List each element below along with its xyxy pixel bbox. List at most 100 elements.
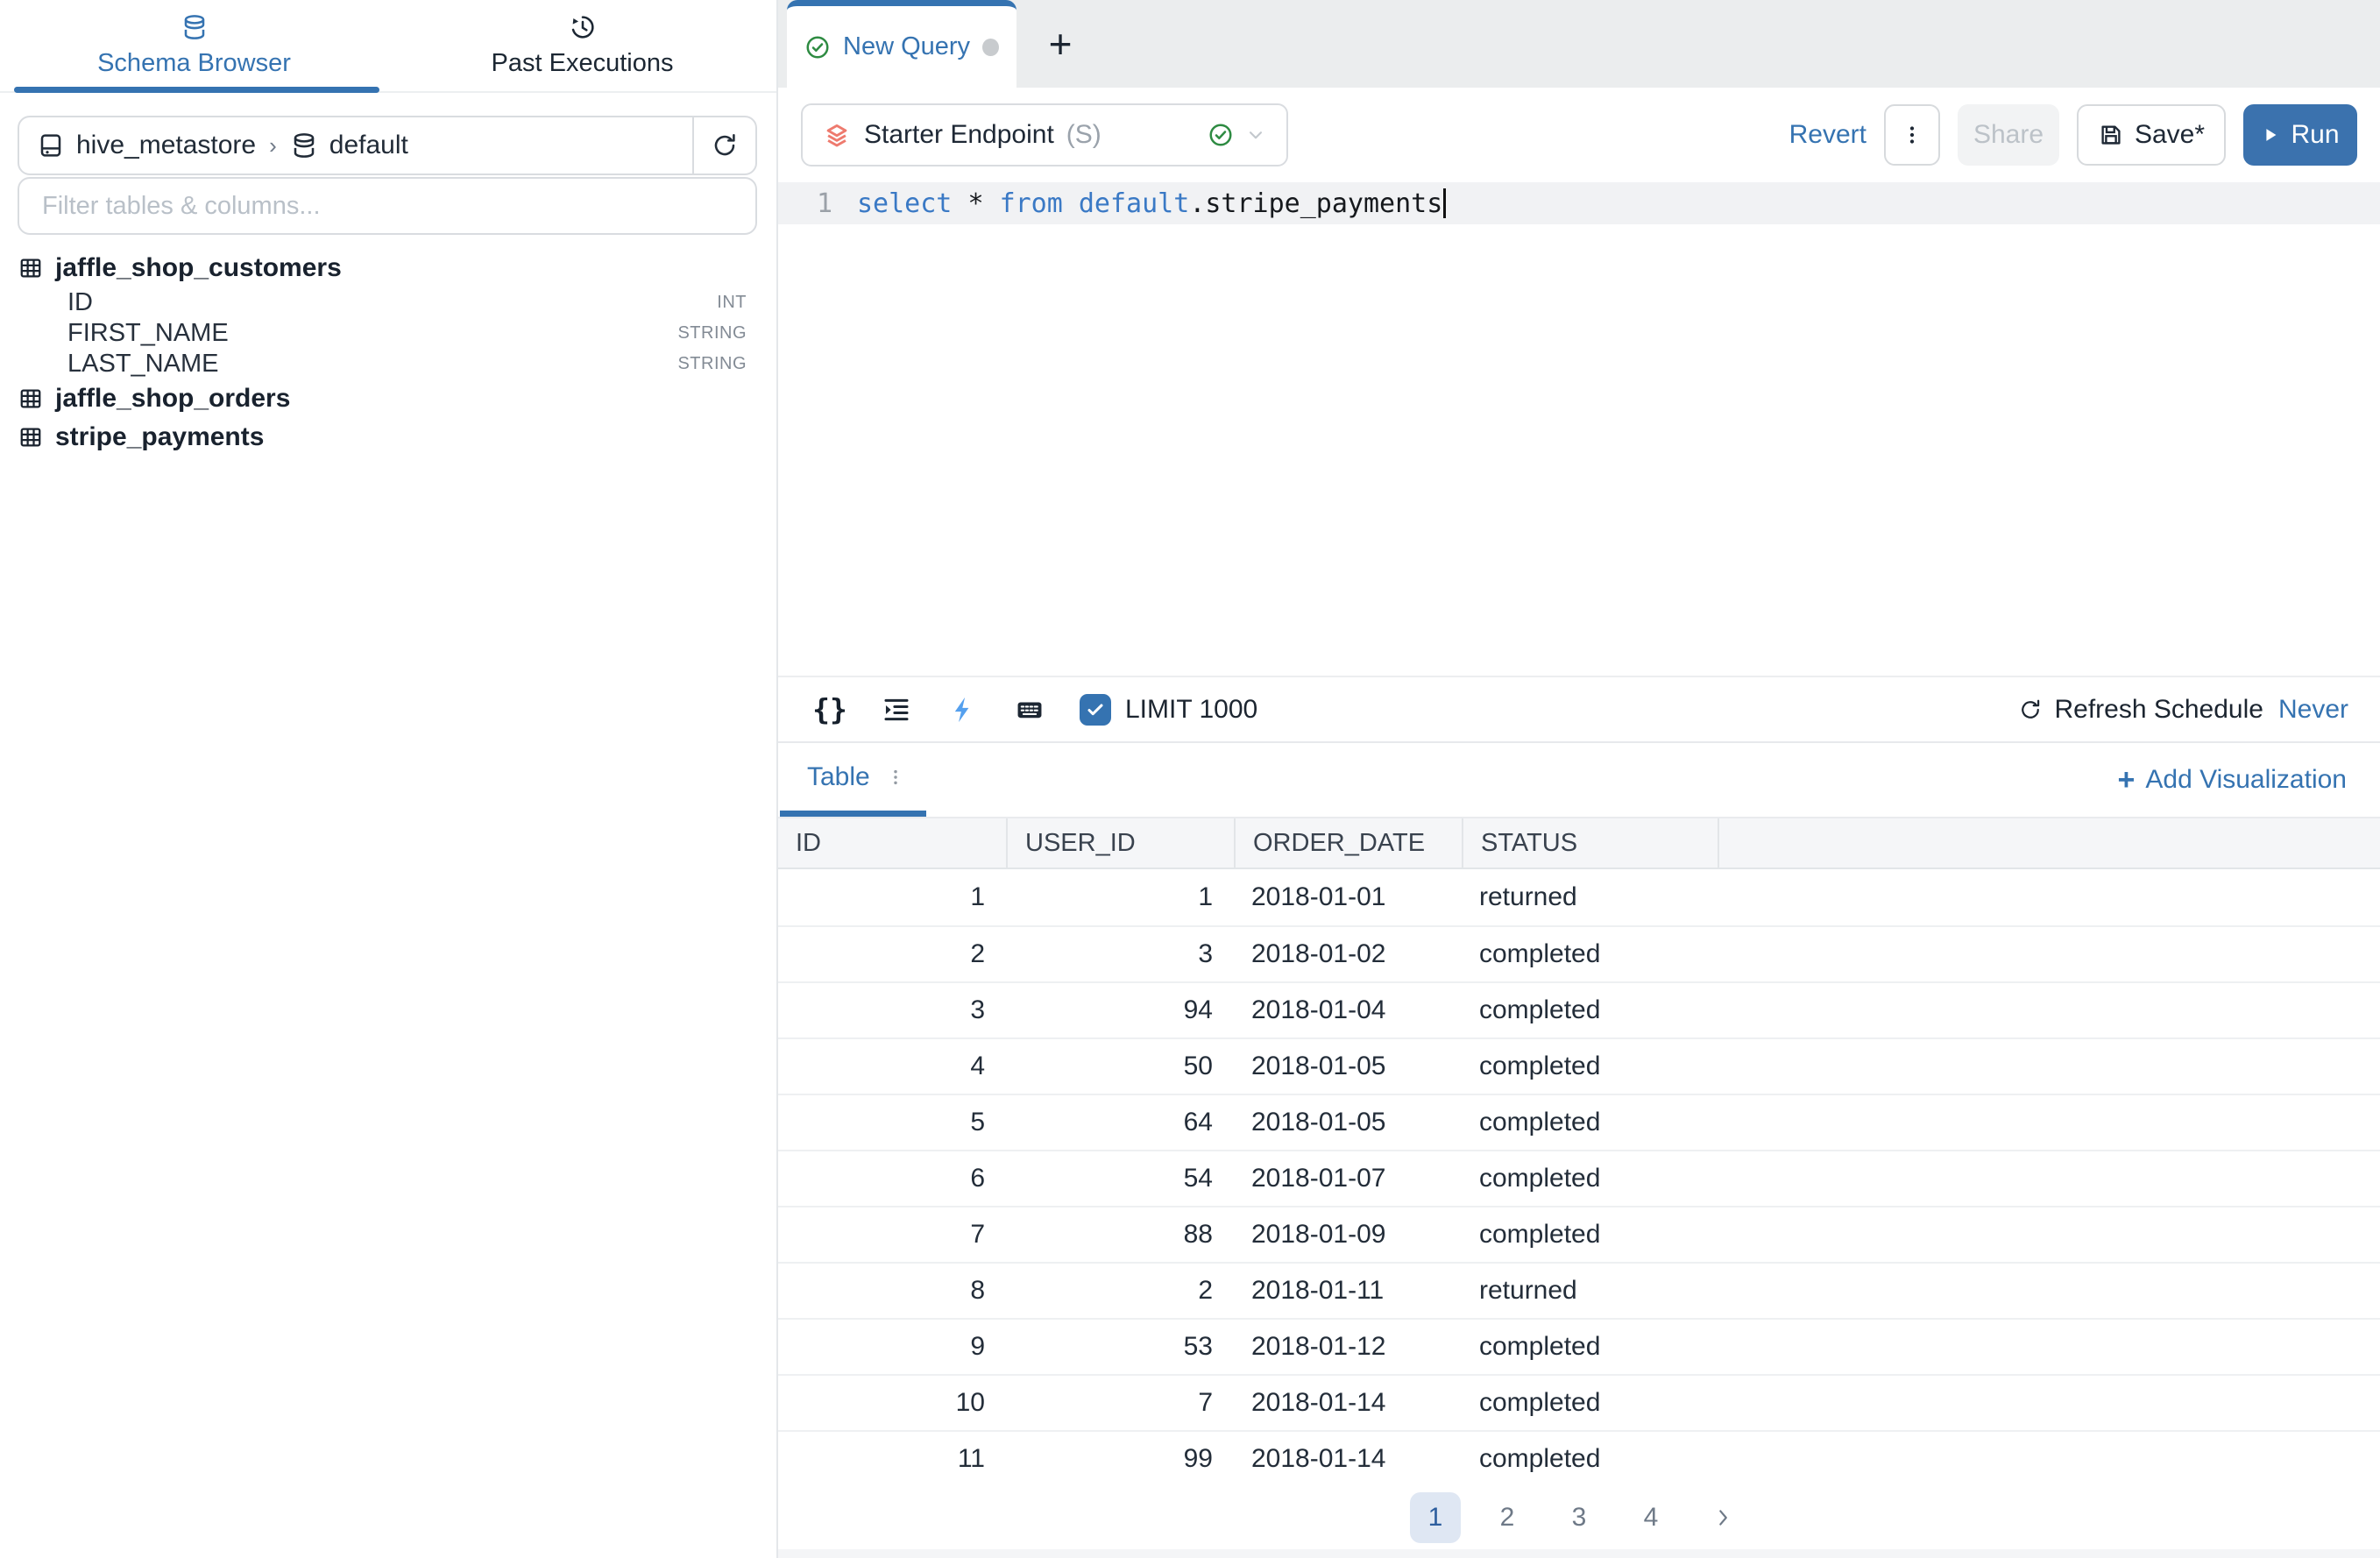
cell-status: completed	[1462, 927, 1718, 981]
cell-filler	[1718, 1376, 2380, 1430]
cell-order-date: 2018-01-05	[1234, 1039, 1462, 1094]
cell-order-date: 2018-01-02	[1234, 927, 1462, 981]
cell-status: completed	[1462, 1207, 1718, 1262]
cell-order-date: 2018-01-07	[1234, 1151, 1462, 1206]
table-grid-icon	[18, 255, 44, 281]
sql-editor-app: Schema Browser Past Executions hive_meta…	[0, 0, 2380, 1558]
cell-user-id: 64	[1006, 1095, 1234, 1150]
cell-user-id: 3	[1006, 927, 1234, 981]
warehouse-status	[1208, 122, 1267, 148]
filter-input[interactable]	[19, 179, 755, 233]
table-grid-icon	[18, 424, 44, 450]
table-row: 1072018-01-14completed	[778, 1374, 2380, 1430]
breadcrumb-schema[interactable]: default	[329, 131, 408, 160]
add-visualization-label: Add Visualization	[2145, 765, 2347, 795]
schema-column-item[interactable]: FIRST_NAME STRING	[18, 318, 747, 349]
cell-id: 1	[778, 869, 1006, 925]
new-tab-button[interactable]: +	[1016, 0, 1104, 88]
revert-button[interactable]: Revert	[1789, 120, 1866, 150]
results-header-row: IDUSER_IDORDER_DATESTATUS	[778, 817, 2380, 869]
breadcrumb-separator-icon: ›	[269, 132, 277, 159]
database-icon	[181, 13, 209, 41]
cell-user-id: 1	[1006, 869, 1234, 925]
cell-user-id: 99	[1006, 1432, 1234, 1486]
save-button[interactable]: Save*	[2077, 104, 2226, 166]
table-row: 232018-01-02completed	[778, 925, 2380, 981]
schema-column-item[interactable]: IDINT	[18, 287, 747, 318]
warehouse-select[interactable]: Starter Endpoint (S)	[801, 103, 1288, 166]
tab-table-results[interactable]: Table	[780, 743, 926, 817]
cell-order-date: 2018-01-01	[1234, 869, 1462, 925]
sql-editor[interactable]: 1 select * from default.stripe_payments	[778, 182, 2380, 676]
sidebar: Schema Browser Past Executions hive_meta…	[0, 0, 778, 1558]
tab-new-query[interactable]: New Query	[787, 0, 1016, 88]
cell-filler	[1718, 1432, 2380, 1486]
schema-column-item[interactable]: LAST_NAMESTRING	[18, 349, 747, 379]
refresh-schema-button[interactable]	[692, 117, 755, 174]
cell-status: returned	[1462, 1264, 1718, 1318]
save-button-label: Save*	[2135, 120, 2205, 150]
run-button[interactable]: Run	[2243, 104, 2357, 166]
cell-id: 8	[778, 1264, 1006, 1318]
column-type: STRING	[677, 323, 747, 343]
table-name: jaffle_shop_orders	[55, 384, 290, 414]
schema-table-item[interactable]: jaffle_shop_orders	[18, 379, 747, 418]
limit-label: LIMIT 1000	[1125, 695, 1257, 725]
bottom-strip	[778, 1549, 2380, 1558]
schema-table-item[interactable]: stripe_payments	[18, 418, 747, 457]
filter-box	[18, 177, 757, 235]
cell-user-id: 50	[1006, 1039, 1234, 1094]
schema-table-item[interactable]: jaffle_shop_customers	[18, 249, 747, 287]
tab-schema-browser[interactable]: Schema Browser	[0, 0, 388, 91]
results-tabbar: Table + Add Visualization	[778, 743, 2380, 817]
unsaved-dot-icon	[982, 39, 999, 56]
table-name: jaffle_shop_customers	[55, 253, 342, 283]
cell-order-date: 2018-01-14	[1234, 1432, 1462, 1486]
text-cursor	[1443, 188, 1446, 218]
cell-filler	[1718, 1207, 2380, 1262]
page-button-4[interactable]: 4	[1626, 1492, 1676, 1543]
table-row: 822018-01-11returned	[778, 1262, 2380, 1318]
cell-id: 4	[778, 1039, 1006, 1094]
tab-past-executions[interactable]: Past Executions	[388, 0, 776, 91]
page-button-1[interactable]: 1	[1410, 1492, 1461, 1543]
cell-order-date: 2018-01-04	[1234, 983, 1462, 1037]
sql-active-line[interactable]: 1 select * from default.stripe_payments	[778, 182, 2380, 224]
cell-filler	[1718, 1095, 2380, 1150]
refresh-schedule-label: Refresh Schedule	[2054, 695, 2263, 725]
page-button-2[interactable]: 2	[1482, 1492, 1533, 1543]
share-button[interactable]: Share	[1958, 104, 2059, 166]
cell-order-date: 2018-01-12	[1234, 1320, 1462, 1374]
lightning-icon[interactable]	[946, 692, 980, 727]
query-menu-button[interactable]	[1884, 104, 1940, 166]
table-row: 11992018-01-14completed	[778, 1430, 2380, 1486]
cell-id: 9	[778, 1320, 1006, 1374]
tab-table-label: Table	[807, 762, 870, 792]
keyboard-shortcuts-icon[interactable]	[1013, 692, 1046, 727]
column-header-order_date: ORDER_DATE	[1234, 818, 1462, 868]
breadcrumb[interactable]: hive_metastore › default	[19, 131, 692, 160]
add-visualization-button[interactable]: + Add Visualization	[2118, 763, 2380, 797]
format-braces-icon[interactable]: {}	[813, 692, 846, 727]
breadcrumb-catalog[interactable]: hive_metastore	[76, 131, 256, 160]
column-header-status: STATUS	[1462, 818, 1718, 868]
refresh-schedule-value[interactable]: Never	[2278, 695, 2348, 725]
sidebar-tabs: Schema Browser Past Executions	[0, 0, 776, 93]
next-page-button[interactable]	[1697, 1492, 1748, 1543]
catalog-breadcrumb-box: hive_metastore › default	[18, 116, 757, 175]
pagination: 1234	[778, 1486, 2380, 1549]
history-clock-icon	[569, 13, 597, 41]
page-button-3[interactable]: 3	[1554, 1492, 1604, 1543]
column-type: INT	[717, 293, 747, 313]
cell-filler	[1718, 983, 2380, 1037]
column-name: FIRST_NAME	[67, 319, 229, 348]
cell-status: completed	[1462, 1432, 1718, 1486]
query-header: Starter Endpoint (S) Revert Share Save* …	[778, 88, 2380, 182]
play-icon	[2261, 125, 2280, 145]
table-tab-menu-icon[interactable]	[886, 768, 905, 787]
table-row: 5642018-01-05completed	[778, 1094, 2380, 1150]
cell-status: completed	[1462, 1151, 1718, 1206]
limit-checkbox[interactable]	[1080, 694, 1111, 726]
indent-icon[interactable]	[880, 692, 913, 727]
table-grid-icon	[18, 386, 44, 412]
